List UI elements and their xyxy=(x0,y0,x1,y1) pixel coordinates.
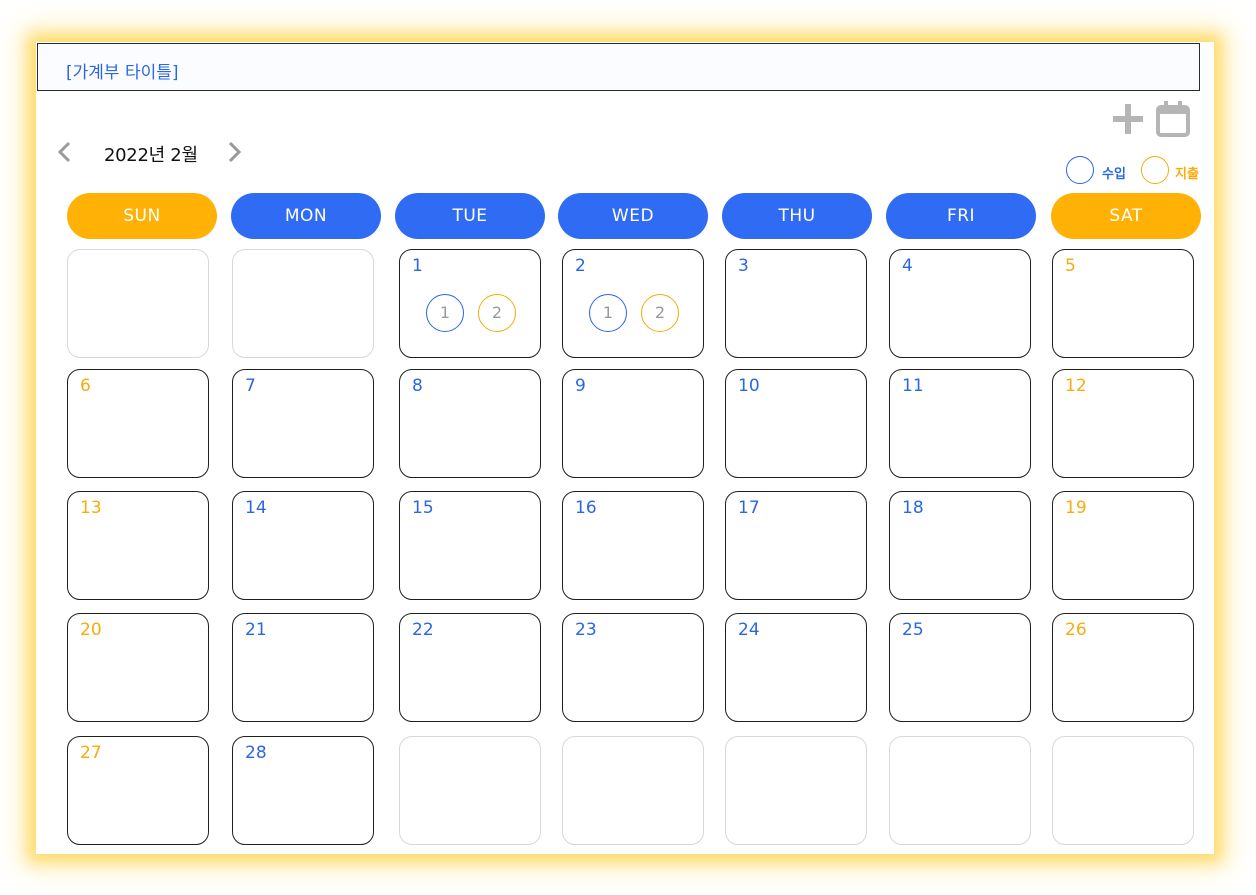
day-number: 9 xyxy=(575,376,586,396)
day-number: 26 xyxy=(1065,620,1087,640)
income-count-badge[interactable]: 1 xyxy=(426,294,464,332)
day-cell[interactable]: 7 xyxy=(232,369,374,478)
day-number: 28 xyxy=(245,743,267,763)
weekday-wed: WED xyxy=(558,193,708,239)
empty-day-cell xyxy=(399,736,541,845)
day-number: 6 xyxy=(80,376,91,396)
chevron-left-icon[interactable] xyxy=(55,140,75,164)
day-cell[interactable]: 19 xyxy=(1052,491,1194,600)
day-cell[interactable]: 6 xyxy=(67,369,209,478)
day-cell[interactable]: 20 xyxy=(67,613,209,722)
legend-income: 수입 xyxy=(1064,156,1134,188)
expense-count-badge[interactable]: 2 xyxy=(641,294,679,332)
day-number: 7 xyxy=(245,376,256,396)
day-number: 19 xyxy=(1065,498,1087,518)
day-cell[interactable]: 28 xyxy=(232,736,374,845)
empty-day-cell xyxy=(232,249,374,358)
day-number: 23 xyxy=(575,620,597,640)
day-number: 1 xyxy=(412,256,423,276)
day-cell[interactable]: 25 xyxy=(889,613,1031,722)
day-number: 22 xyxy=(412,620,434,640)
plus-icon[interactable] xyxy=(1110,100,1146,140)
day-number: 11 xyxy=(902,376,924,396)
day-cell[interactable]: 26 xyxy=(1052,613,1194,722)
day-number: 27 xyxy=(80,743,102,763)
day-cell[interactable]: 15 xyxy=(399,491,541,600)
day-number: 24 xyxy=(738,620,760,640)
day-number: 14 xyxy=(245,498,267,518)
income-legend-label: 수입 xyxy=(1102,167,1126,182)
day-cell[interactable]: 212 xyxy=(562,249,704,358)
day-cell[interactable]: 11 xyxy=(889,369,1031,478)
day-cell[interactable]: 12 xyxy=(1052,369,1194,478)
day-number: 25 xyxy=(902,620,924,640)
day-cell[interactable]: 27 xyxy=(67,736,209,845)
day-number: 8 xyxy=(412,376,423,396)
day-cell[interactable]: 5 xyxy=(1052,249,1194,358)
day-cell[interactable]: 8 xyxy=(399,369,541,478)
day-cell[interactable]: 3 xyxy=(725,249,867,358)
expense-legend-circle-icon xyxy=(1141,156,1169,184)
day-number: 18 xyxy=(902,498,924,518)
day-number: 17 xyxy=(738,498,760,518)
weekday-sun: SUN xyxy=(67,193,217,239)
empty-day-cell xyxy=(562,736,704,845)
app-title[interactable]: [가계부 타이틀] xyxy=(66,58,179,83)
title-bar: [가계부 타이틀] xyxy=(37,43,1200,91)
day-cell[interactable]: 14 xyxy=(232,491,374,600)
day-cell[interactable]: 18 xyxy=(889,491,1031,600)
day-number: 2 xyxy=(575,256,586,276)
empty-day-cell xyxy=(1052,736,1194,845)
day-cell[interactable]: 10 xyxy=(725,369,867,478)
day-number: 12 xyxy=(1065,376,1087,396)
day-number: 5 xyxy=(1065,256,1076,276)
day-number: 13 xyxy=(80,498,102,518)
day-number: 10 xyxy=(738,376,760,396)
weekday-sat: SAT xyxy=(1051,193,1201,239)
day-cell[interactable]: 13 xyxy=(67,491,209,600)
empty-day-cell xyxy=(725,736,867,845)
day-cell[interactable]: 21 xyxy=(232,613,374,722)
expense-count-badge[interactable]: 2 xyxy=(478,294,516,332)
day-number: 21 xyxy=(245,620,267,640)
weekday-tue: TUE xyxy=(395,193,545,239)
expense-legend-label: 지출 xyxy=(1175,167,1199,182)
empty-day-cell xyxy=(889,736,1031,845)
income-count-badge[interactable]: 1 xyxy=(589,294,627,332)
day-number: 15 xyxy=(412,498,434,518)
empty-day-cell xyxy=(67,249,209,358)
day-number: 4 xyxy=(902,256,913,276)
chevron-right-icon[interactable] xyxy=(224,140,244,164)
day-cell[interactable]: 16 xyxy=(562,491,704,600)
legend-expense: 지출 xyxy=(1139,156,1209,188)
day-cell[interactable]: 22 xyxy=(399,613,541,722)
calendar-icon[interactable] xyxy=(1154,100,1192,140)
day-number: 3 xyxy=(738,256,749,276)
day-cell[interactable]: 23 xyxy=(562,613,704,722)
day-number: 20 xyxy=(80,620,102,640)
day-number: 16 xyxy=(575,498,597,518)
weekday-fri: FRI xyxy=(886,193,1036,239)
day-cell[interactable]: 24 xyxy=(725,613,867,722)
day-cell[interactable]: 112 xyxy=(399,249,541,358)
day-cell[interactable]: 17 xyxy=(725,491,867,600)
month-label: 2022년 2월 xyxy=(104,145,198,166)
weekday-mon: MON xyxy=(231,193,381,239)
income-legend-circle-icon xyxy=(1066,156,1094,184)
day-cell[interactable]: 4 xyxy=(889,249,1031,358)
weekday-thu: THU xyxy=(722,193,872,239)
day-cell[interactable]: 9 xyxy=(562,369,704,478)
